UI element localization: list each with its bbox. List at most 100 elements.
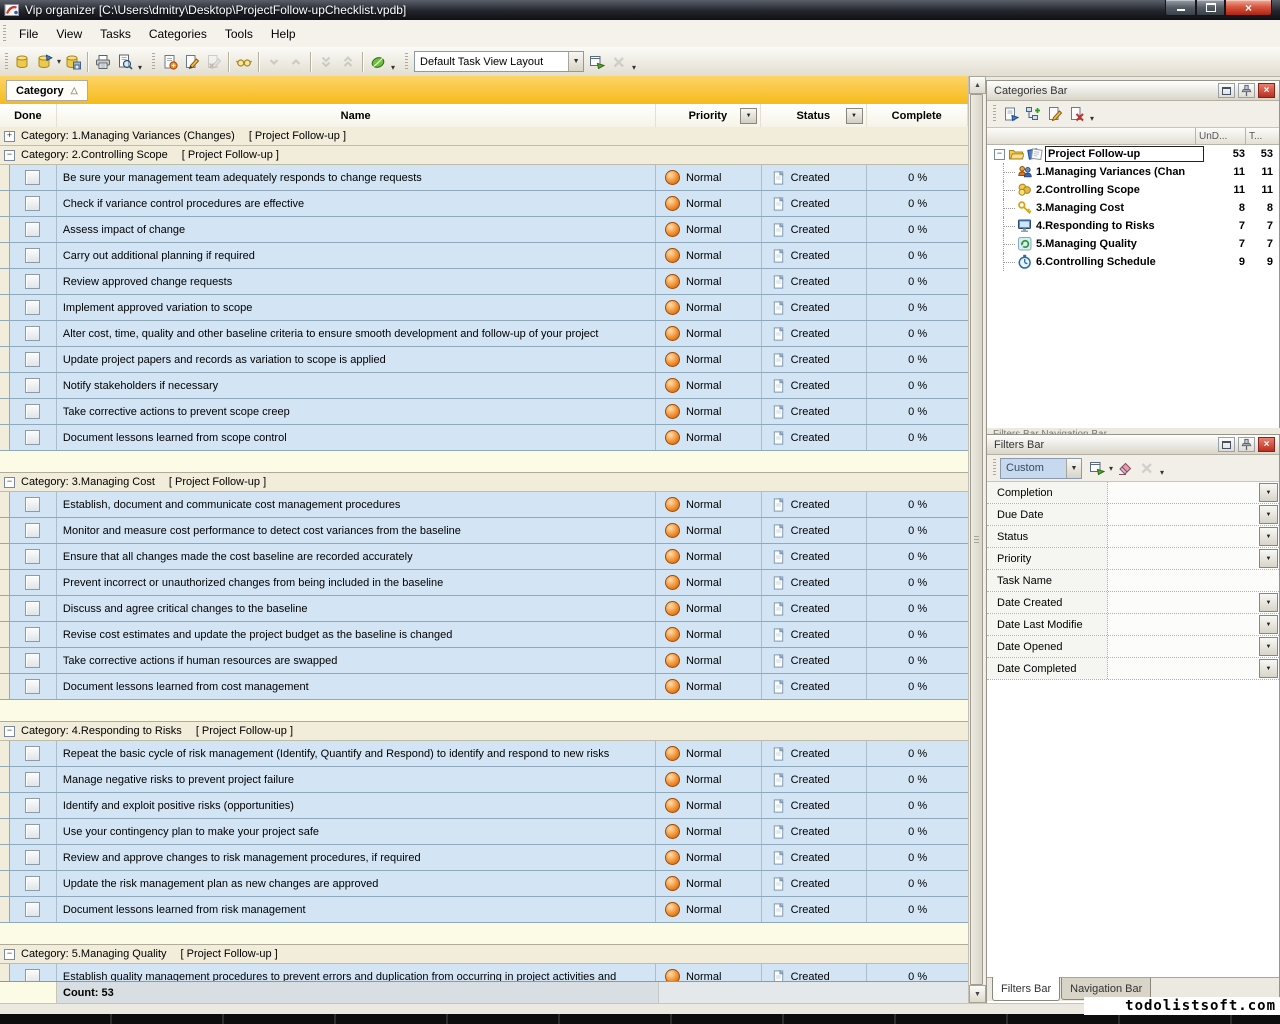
task-checkbox[interactable] — [25, 300, 41, 315]
new-category-icon[interactable] — [1000, 103, 1022, 125]
task-row[interactable]: Check if variance control procedures are… — [0, 191, 968, 217]
filter-value-dropdown-icon[interactable] — [1259, 505, 1278, 524]
collapse-group-icon[interactable]: − — [4, 948, 15, 960]
task-row[interactable]: Document lessons learned from cost manag… — [0, 674, 968, 700]
toolbar-overflow-chevron[interactable]: ▾ — [632, 63, 636, 72]
task-checkbox[interactable] — [25, 575, 41, 590]
task-row[interactable]: Review and approve changes to risk manag… — [0, 845, 968, 871]
collapse-group-icon[interactable]: − — [4, 476, 15, 488]
menu-view[interactable]: View — [47, 23, 91, 45]
scroll-up-icon[interactable] — [969, 76, 986, 94]
menu-file[interactable]: File — [10, 23, 47, 45]
category-group-row[interactable]: + Category: 1.Managing Variances (Changes… — [0, 127, 968, 146]
apply-view-layout-icon[interactable] — [586, 51, 608, 73]
filter-value-dropdown-icon[interactable] — [1259, 615, 1278, 634]
task-row[interactable]: Carry out additional planning if require… — [0, 243, 968, 269]
combo-dropdown-icon[interactable] — [1066, 458, 1081, 478]
task-row[interactable]: Alter cost, time, quality and other base… — [0, 321, 968, 347]
tree-item-row[interactable]: 6.Controlling Schedule 9 9 — [987, 253, 1279, 271]
scroll-down-icon[interactable] — [969, 985, 986, 1003]
task-row[interactable]: Implement approved variation to scope Nor… — [0, 295, 968, 321]
collapse-tree-icon[interactable]: − — [994, 148, 1005, 160]
group-by-category-button[interactable]: Category △ — [6, 80, 88, 101]
filter-preset-combo[interactable]: Custom — [1000, 457, 1082, 479]
tree-item-row[interactable]: 3.Managing Cost 8 8 — [987, 199, 1279, 217]
highlight-tasks-icon[interactable] — [367, 51, 389, 73]
print-preview-icon[interactable] — [114, 51, 136, 73]
close-button[interactable] — [1225, 0, 1272, 16]
task-checkbox[interactable] — [25, 326, 41, 341]
vertical-scrollbar[interactable] — [968, 76, 986, 1003]
restore-button[interactable] — [1196, 0, 1225, 16]
task-checkbox[interactable] — [25, 248, 41, 263]
tree-item-row[interactable]: 5.Managing Quality 7 7 — [987, 235, 1279, 253]
apply-filter-icon[interactable] — [1086, 457, 1108, 479]
panel-close-button[interactable] — [1258, 83, 1275, 98]
task-checkbox[interactable] — [25, 352, 41, 367]
task-row[interactable]: Document lessons learned from scope cont… — [0, 425, 968, 451]
task-checkbox[interactable] — [25, 824, 41, 839]
task-checkbox[interactable] — [25, 196, 41, 211]
panel-restore-button[interactable] — [1218, 83, 1235, 98]
task-checkbox[interactable] — [25, 746, 41, 761]
task-row[interactable]: Review approved change requests Normal Cre… — [0, 269, 968, 295]
dropdown-icon[interactable]: ▾ — [1109, 464, 1113, 473]
filter-value-field[interactable] — [1108, 570, 1279, 591]
collapse-group-icon[interactable]: − — [4, 149, 15, 161]
task-row[interactable]: Discuss and agree critical changes to th… — [0, 596, 968, 622]
task-checkbox[interactable] — [25, 653, 41, 668]
combo-dropdown-icon[interactable] — [568, 52, 584, 71]
save-database-icon[interactable] — [62, 51, 84, 73]
filter-dropdown-icon[interactable] — [740, 108, 758, 124]
tree-item-row[interactable]: 2.Controlling Scope 11 11 — [987, 181, 1279, 199]
print-icon[interactable] — [92, 51, 114, 73]
menu-help[interactable]: Help — [262, 23, 305, 45]
task-row[interactable]: Establish, document and communicate cost… — [0, 492, 968, 518]
task-row[interactable]: Update project papers and records as var… — [0, 347, 968, 373]
view-comments-icon[interactable] — [233, 51, 255, 73]
panel-pin-button[interactable] — [1238, 437, 1255, 452]
task-checkbox[interactable] — [25, 902, 41, 917]
clear-filter-icon[interactable] — [1114, 457, 1136, 479]
filter-value-dropdown-icon[interactable] — [1259, 637, 1278, 656]
new-subcategory-icon[interactable] — [1022, 103, 1044, 125]
filter-value-dropdown-icon[interactable] — [1259, 549, 1278, 568]
category-group-row[interactable]: − Category: 5.Managing Quality [ Project F… — [0, 945, 968, 964]
filter-dropdown-icon[interactable] — [845, 108, 863, 124]
task-checkbox[interactable] — [25, 523, 41, 538]
open-database-icon[interactable] — [34, 51, 56, 73]
task-checkbox[interactable] — [25, 404, 41, 419]
edit-category-icon[interactable] — [1044, 103, 1066, 125]
filter-value-dropdown-icon[interactable] — [1259, 659, 1278, 678]
task-row[interactable]: Repeat the basic cycle of risk managemen… — [0, 741, 968, 767]
category-group-row[interactable]: − Category: 4.Responding to Risks [ Projec… — [0, 722, 968, 741]
task-row[interactable]: Update the risk management plan as new c… — [0, 871, 968, 897]
new-task-icon[interactable] — [159, 51, 181, 73]
task-row[interactable]: Revise cost estimates and update the pro… — [0, 622, 968, 648]
task-checkbox[interactable] — [25, 772, 41, 787]
task-row[interactable]: Identify and exploit positive risks (opp… — [0, 793, 968, 819]
tree-root-row[interactable]: − Project Follow-up 53 53 — [987, 145, 1279, 163]
filter-value-field[interactable] — [1108, 592, 1258, 613]
task-checkbox[interactable] — [25, 222, 41, 237]
delete-category-icon[interactable] — [1066, 103, 1088, 125]
task-row[interactable]: Notify stakeholders if necessary Normal Cr… — [0, 373, 968, 399]
task-checkbox[interactable] — [25, 798, 41, 813]
task-row[interactable]: Ensure that all changes made the cost ba… — [0, 544, 968, 570]
toolbar-overflow-chevron[interactable]: ▾ — [138, 63, 142, 72]
task-checkbox[interactable] — [25, 378, 41, 393]
task-checkbox[interactable] — [25, 549, 41, 564]
filter-value-field[interactable] — [1108, 636, 1258, 657]
panel-pin-button[interactable] — [1238, 83, 1255, 98]
task-row[interactable]: Document lessons learned from risk manag… — [0, 897, 968, 923]
filter-value-field[interactable] — [1108, 548, 1258, 569]
task-checkbox[interactable] — [25, 850, 41, 865]
task-checkbox[interactable] — [25, 430, 41, 445]
tree-item-row[interactable]: 1.Managing Variances (Chan 11 11 — [987, 163, 1279, 181]
task-row[interactable]: Monitor and measure cost performance to … — [0, 518, 968, 544]
task-view-layout-combo[interactable]: Default Task View Layout — [414, 51, 585, 72]
new-database-icon[interactable] — [12, 51, 34, 73]
task-checkbox[interactable] — [25, 170, 41, 185]
toolbar-overflow-chevron[interactable]: ▾ — [1090, 114, 1094, 123]
toolbar-overflow-chevron[interactable]: ▾ — [1160, 468, 1164, 477]
